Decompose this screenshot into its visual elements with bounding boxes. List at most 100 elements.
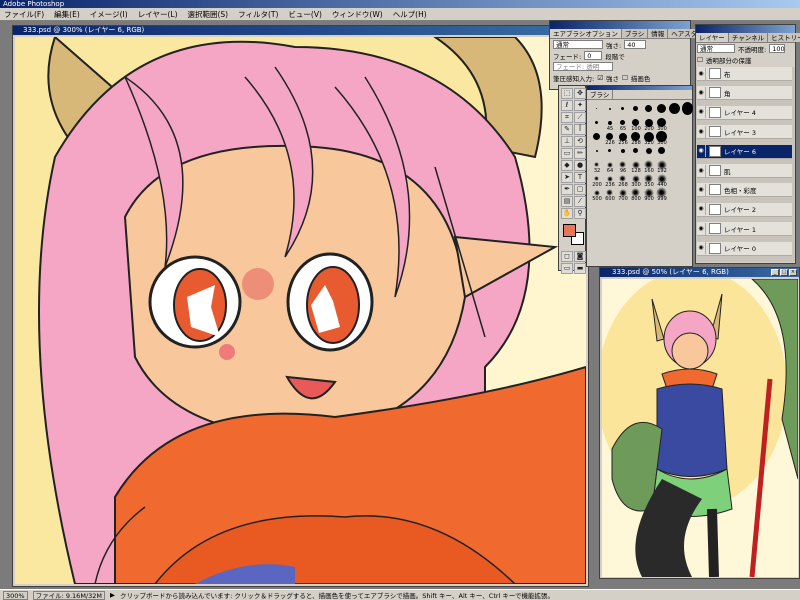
pen-tool-icon[interactable]: ✒: [561, 184, 573, 195]
zoom-field[interactable]: 300%: [3, 590, 28, 600]
history-brush-icon[interactable]: ⟲: [574, 136, 586, 147]
layer-blend-mode-select[interactable]: 通常: [697, 44, 735, 53]
brush-preset[interactable]: 65: [617, 117, 628, 132]
brush-options-titlebar[interactable]: [550, 21, 690, 29]
stylus-strength-checkbox[interactable]: ☑: [597, 74, 603, 82]
layer-row[interactable]: ◉ 布: [697, 67, 792, 81]
eyedropper-tool-icon[interactable]: ⁄: [574, 196, 586, 207]
brush-preset[interactable]: 800: [630, 187, 641, 202]
layer-row[interactable]: ◉ レイヤー 0: [697, 241, 792, 256]
brush-preset[interactable]: 999: [656, 187, 667, 202]
tab-airbrush-options[interactable]: エアブラシオプション: [550, 29, 622, 38]
visibility-eye-icon[interactable]: ◉: [697, 86, 706, 99]
menu-filter[interactable]: フィルタ(T): [238, 9, 278, 20]
tab-brush[interactable]: ブラシ: [621, 29, 649, 38]
file-size-info[interactable]: ファイル: 9.16M/32M: [32, 590, 105, 600]
brush-preset[interactable]: 300: [656, 117, 667, 132]
brush-preset[interactable]: 500: [591, 187, 602, 202]
small-maximize-button[interactable]: □: [780, 269, 788, 276]
visibility-eye-icon[interactable]: ◉: [697, 183, 706, 196]
brush-preset[interactable]: 268: [617, 173, 628, 188]
layer-row[interactable]: ◉ 角: [697, 86, 792, 101]
menu-window[interactable]: ウィンドウ(W): [332, 9, 383, 20]
pencil-tool-icon[interactable]: ✏: [574, 148, 586, 159]
brush-preset[interactable]: [682, 102, 693, 115]
eraser-tool-icon[interactable]: ▭: [561, 148, 573, 159]
layer-row[interactable]: ◉ 色相・彩度: [697, 183, 792, 198]
brush-preset[interactable]: [669, 145, 680, 156]
brush-preset[interactable]: 700: [617, 187, 628, 202]
brush-preset[interactable]: [591, 117, 602, 128]
shape-tool-icon[interactable]: ▢: [574, 184, 586, 195]
layers-titlebar[interactable]: [696, 25, 795, 33]
brush-preset[interactable]: [669, 173, 680, 184]
brush-preset[interactable]: 64: [604, 159, 615, 174]
brush-preset[interactable]: 236: [604, 173, 615, 188]
crop-tool-icon[interactable]: ⌗: [561, 112, 573, 123]
document-title-bar[interactable]: 333.psd @ 300% (レイヤー 6, RGB) _ □ ×: [13, 26, 588, 35]
brush-preset[interactable]: [682, 187, 693, 198]
magic-wand-tool-icon[interactable]: ✦: [574, 100, 586, 111]
brush-preset[interactable]: 288: [630, 131, 641, 146]
menu-layer[interactable]: レイヤー(L): [138, 9, 178, 20]
layer-row[interactable]: ◉ レイヤー 2: [697, 202, 792, 217]
layer-row[interactable]: ◉ レイヤー 4: [697, 105, 792, 120]
artwork-canvas[interactable]: [15, 37, 586, 584]
brush-preset[interactable]: [669, 187, 680, 198]
quickmask-mode-icon[interactable]: ◙: [574, 251, 586, 262]
dodge-tool-icon[interactable]: ●: [574, 160, 586, 171]
menu-help[interactable]: ヘルプ(H): [393, 9, 427, 20]
visibility-eye-icon[interactable]: ◉: [697, 145, 706, 158]
small-document-title-bar[interactable]: 333.psd @ 50% (レイヤー 6, RGB) _ □ ×: [600, 268, 799, 277]
brush-preset[interactable]: 160: [643, 159, 654, 174]
blur-tool-icon[interactable]: ◆: [561, 160, 573, 171]
brush-preset[interactable]: 96: [617, 159, 628, 174]
tab-layers[interactable]: レイヤー: [696, 33, 729, 42]
brush-preset[interactable]: 440: [656, 173, 667, 188]
brush-preset[interactable]: [682, 173, 693, 184]
brush-tool-icon[interactable]: ꟾ: [574, 124, 586, 135]
brush-preset[interactable]: [630, 103, 641, 114]
brush-preset[interactable]: [682, 117, 693, 128]
menu-select[interactable]: 選択範囲(S): [188, 9, 229, 20]
status-arrow-icon[interactable]: ▶: [110, 591, 115, 599]
brush-preset[interactable]: [604, 145, 615, 156]
brush-preset[interactable]: [617, 145, 628, 156]
menu-file[interactable]: ファイル(F): [4, 9, 44, 20]
layer-row[interactable]: ◉ レイヤー 6: [697, 144, 792, 159]
visibility-eye-icon[interactable]: ◉: [697, 164, 706, 177]
brush-preset[interactable]: 226: [604, 131, 615, 146]
brush-preset[interactable]: 200: [643, 117, 654, 132]
fade-field[interactable]: 0: [584, 51, 603, 60]
stamp-tool-icon[interactable]: ⊥: [561, 136, 573, 147]
brush-preset[interactable]: 32: [591, 159, 602, 174]
brush-preset[interactable]: [669, 131, 680, 142]
screen-mode-standard-icon[interactable]: ▭: [561, 263, 573, 274]
zoom-tool-icon[interactable]: ⚲: [574, 208, 586, 219]
brush-preset[interactable]: [617, 103, 628, 114]
brush-preset[interactable]: [630, 145, 641, 156]
brush-preset[interactable]: [591, 145, 602, 156]
brush-preset[interactable]: [669, 159, 680, 170]
brush-preset[interactable]: 128: [630, 159, 641, 174]
brush-preset[interactable]: 350: [643, 173, 654, 188]
type-tool-icon[interactable]: T: [574, 172, 586, 183]
brush-preset[interactable]: [682, 145, 693, 156]
layer-row[interactable]: ◉ レイヤー 1: [697, 222, 792, 237]
standard-mode-icon[interactable]: ◻: [561, 251, 573, 262]
screen-mode-full-icon[interactable]: ▬: [574, 263, 586, 274]
opacity-field[interactable]: 100: [769, 44, 786, 53]
layer-row[interactable]: ◉ レイヤー 3: [697, 125, 792, 140]
brush-preset[interactable]: [643, 145, 654, 156]
brush-preset[interactable]: [591, 103, 602, 114]
small-canvas[interactable]: [602, 279, 798, 577]
notes-tool-icon[interactable]: ▤: [561, 196, 573, 207]
tab-history[interactable]: ヒストリー: [768, 33, 800, 42]
small-minimize-button[interactable]: _: [771, 269, 779, 276]
brush-preset[interactable]: 300: [630, 173, 641, 188]
brush-preset[interactable]: [682, 159, 693, 170]
brush-preset[interactable]: 900: [643, 187, 654, 202]
menu-image[interactable]: イメージ(I): [90, 9, 128, 20]
brush-preset[interactable]: [591, 131, 602, 142]
pressure-field[interactable]: 40: [624, 40, 647, 49]
